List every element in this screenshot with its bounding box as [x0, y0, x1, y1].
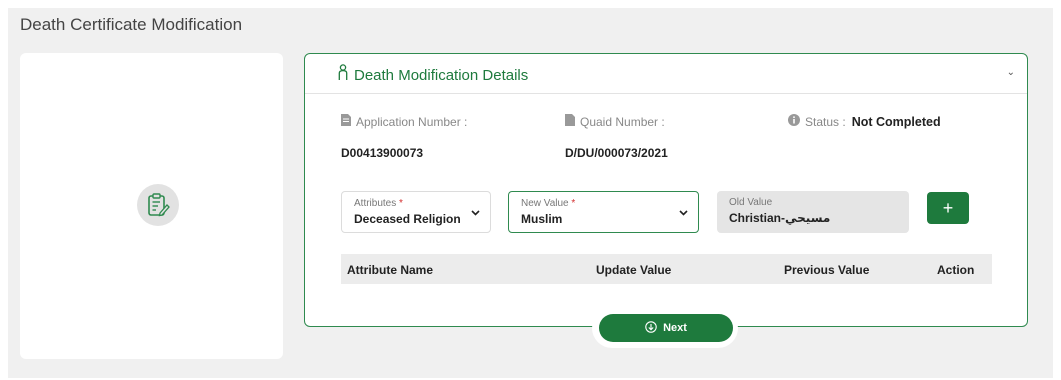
- application-number-value: D00413900073: [341, 146, 424, 160]
- page-title: Death Certificate Modification: [20, 15, 243, 34]
- new-value-select[interactable]: New Value * Muslim: [508, 191, 699, 233]
- old-value-label: Old Value: [729, 197, 773, 208]
- attributes-select[interactable]: Attributes * Deceased Religion: [341, 191, 491, 233]
- document-icon: [341, 114, 351, 129]
- chevron-down-icon: [471, 207, 480, 219]
- table-header: Attribute Name Update Value Previous Val…: [341, 254, 992, 284]
- column-action: Action: [937, 263, 975, 277]
- old-value-field: Old Value Christian-مسيحي: [717, 191, 909, 233]
- required-marker: *: [399, 198, 403, 209]
- column-update-value: Update Value: [596, 263, 672, 277]
- application-number-label: Application Number :: [341, 114, 467, 129]
- old-value-value: Christian-مسيحي: [729, 211, 831, 225]
- clipboard-edit-icon: [137, 184, 179, 226]
- person-icon: [337, 64, 349, 86]
- attributes-value: Deceased Religion: [354, 212, 461, 226]
- required-marker: *: [571, 198, 576, 209]
- status-label: Status : Not Completed: [788, 114, 941, 129]
- chevron-down-icon[interactable]: ⌄: [1007, 67, 1015, 78]
- file-icon: [565, 114, 575, 129]
- chevron-down-icon: [679, 207, 688, 219]
- column-attribute-name: Attribute Name: [347, 263, 434, 277]
- column-previous-value: Previous Value: [784, 263, 870, 277]
- left-preview-card: [20, 53, 283, 359]
- arrow-down-circle-icon: [645, 320, 657, 336]
- attributes-label: Attributes: [354, 198, 397, 209]
- quaid-number-value: D/DU/000073/2021: [565, 146, 668, 160]
- next-button[interactable]: Next: [599, 314, 733, 342]
- card-title: Death Modification Details: [354, 66, 529, 84]
- new-value-value: Muslim: [521, 212, 563, 226]
- next-label: Next: [663, 322, 687, 334]
- info-icon: [788, 114, 800, 129]
- status-value: Not Completed: [851, 114, 941, 129]
- death-modification-card: Death Modification Details ⌄ Application…: [304, 53, 1028, 327]
- quaid-number-label: Quaid Number :: [565, 114, 665, 129]
- card-header[interactable]: Death Modification Details ⌄: [305, 54, 1027, 94]
- new-value-label: New Value: [521, 198, 569, 209]
- add-button[interactable]: +: [927, 192, 969, 224]
